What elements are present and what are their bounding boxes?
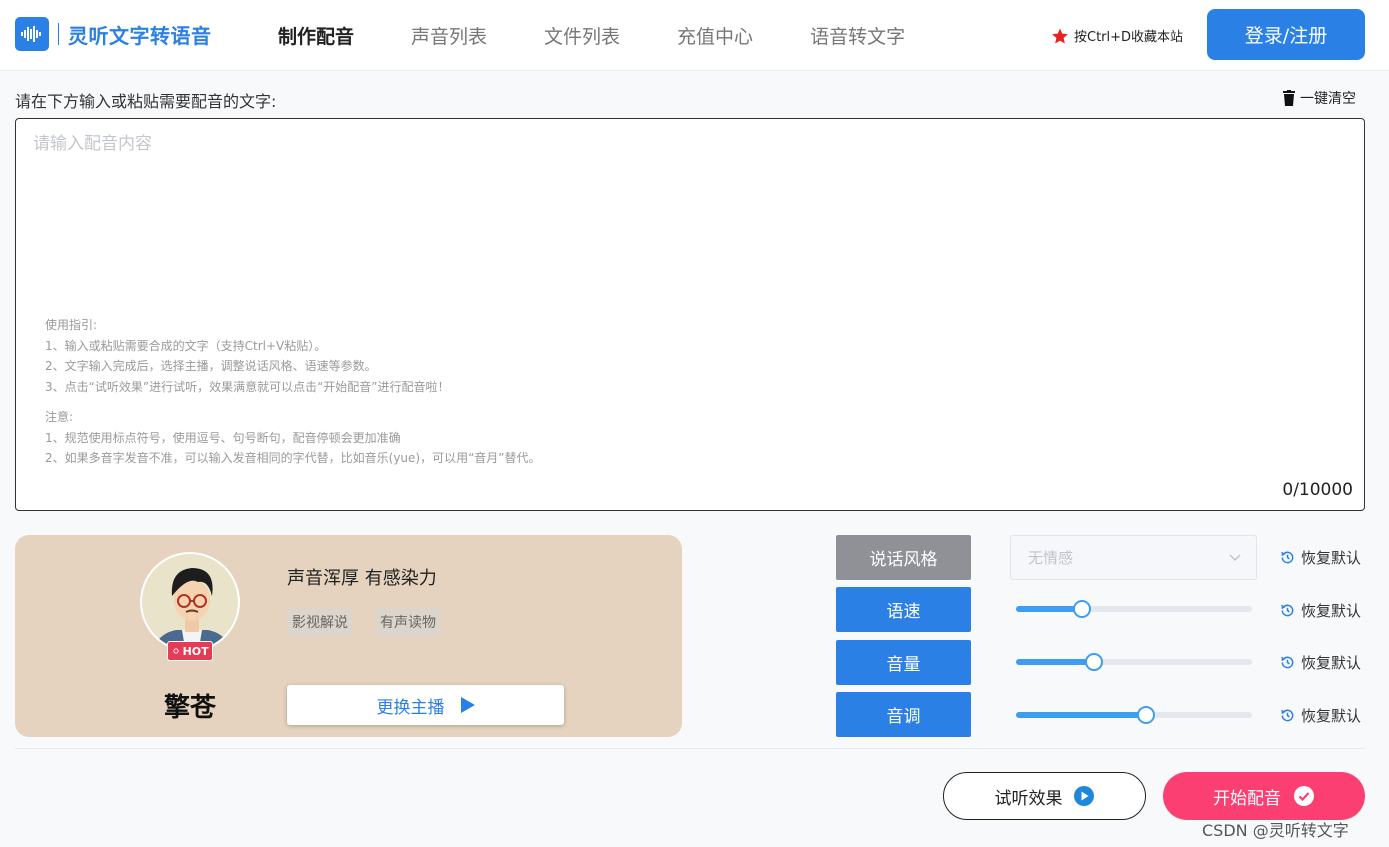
dubbing-text-input[interactable] xyxy=(16,119,1364,309)
reset-label: 恢复默认 xyxy=(1301,654,1362,672)
guide-line: 2、文字输入完成后，选择主播，调整说话风格、语速等参数。 xyxy=(45,359,377,373)
reset-label: 恢复默认 xyxy=(1301,602,1362,620)
clear-all-button[interactable]: 一键清空 xyxy=(1283,88,1356,108)
hot-badge-text: HOT xyxy=(182,644,209,658)
history-icon xyxy=(1280,709,1294,722)
nav-item-voice-list[interactable]: 声音列表 xyxy=(411,22,487,49)
guide-line: 1、输入或粘贴需要合成的文字（支持Ctrl+V粘贴）。 xyxy=(45,338,327,353)
bookmark-hint-text: 按Ctrl+D收藏本站 xyxy=(1074,30,1184,45)
history-icon xyxy=(1280,551,1294,564)
play-triangle-icon xyxy=(460,697,475,713)
pitch-slider-handle[interactable] xyxy=(1136,706,1155,724)
clear-all-label: 一键清空 xyxy=(1300,91,1356,107)
hot-badge: ⚪ HOT xyxy=(167,641,213,661)
char-counter: 0/10000 xyxy=(1282,480,1353,500)
guide-title: 使用指引: xyxy=(45,318,98,332)
main-nav: 制作配音 声音列表 文件列表 充值中心 语音转文字 xyxy=(278,22,962,49)
history-icon xyxy=(1280,604,1294,617)
anchor-tag: 有声读物 xyxy=(375,608,441,636)
preview-label: 试听效果 xyxy=(994,788,1063,809)
anchor-description: 声音浑厚 有感染力 xyxy=(287,568,437,589)
speaking-style-value: 无情感 xyxy=(1028,549,1074,567)
watermark: CSDN @灵听转文字 xyxy=(1202,821,1349,840)
history-icon xyxy=(1280,656,1294,669)
speed-slider-handle[interactable] xyxy=(1073,600,1092,618)
flame-icon: ⚪ xyxy=(171,644,181,658)
reset-speed-button[interactable]: 恢复默认 xyxy=(1280,600,1361,621)
play-circle-icon xyxy=(1073,786,1094,806)
site-logo[interactable]: 灵听文字转语音 xyxy=(15,17,212,51)
change-anchor-button[interactable]: 更换主播 xyxy=(287,685,564,725)
anchor-tags: 影视解说 有声读物 xyxy=(287,608,463,636)
reset-volume-button[interactable]: 恢复默认 xyxy=(1280,652,1361,673)
input-prompt: 请在下方输入或粘贴需要配音的文字: xyxy=(15,92,277,111)
anchor-name: 擎苍 xyxy=(163,693,216,723)
reset-label: 恢复默认 xyxy=(1301,549,1362,567)
preview-button[interactable]: 试听效果 xyxy=(943,772,1146,820)
reset-pitch-button[interactable]: 恢复默认 xyxy=(1280,705,1361,726)
top-header: 灵听文字转语音 制作配音 声音列表 文件列表 充值中心 语音转文字 按Ctrl+… xyxy=(0,0,1389,71)
speed-slider[interactable] xyxy=(1016,600,1252,618)
reset-label: 恢复默认 xyxy=(1301,707,1362,725)
pitch-slider[interactable] xyxy=(1016,706,1252,724)
pitch-label[interactable]: 音调 xyxy=(836,692,971,737)
guide-line: 3、点击“试听效果”进行试听，效果满意就可以点击“开始配音”进行配音啦！ xyxy=(45,379,450,394)
nav-item-make-dubbing[interactable]: 制作配音 xyxy=(278,22,354,49)
note-line: 1、规范使用标点符号，使用逗号、句号断句，配音停顿会更加准确 xyxy=(45,430,401,445)
section-divider xyxy=(15,748,1365,749)
check-circle-icon xyxy=(1294,786,1314,806)
anchor-card: ⚪ HOT 擎苍 声音浑厚 有感染力 影视解说 有声读物 更换主播 xyxy=(15,535,682,737)
reset-style-button[interactable]: 恢复默认 xyxy=(1280,547,1361,568)
star-icon xyxy=(1052,28,1068,43)
soundwave-icon xyxy=(15,17,49,51)
start-dubbing-button[interactable]: 开始配音 xyxy=(1163,772,1365,820)
usage-guide: 使用指引: 1、输入或粘贴需要合成的文字（支持Ctrl+V粘贴）。 2、文字输入… xyxy=(45,315,541,469)
logo-text: 灵听文字转语音 xyxy=(68,23,212,48)
volume-slider[interactable] xyxy=(1016,653,1252,671)
speaking-style-select[interactable]: 无情感 xyxy=(1010,535,1257,580)
pitch-slider-fill xyxy=(1016,712,1146,718)
login-register-button[interactable]: 登录/注册 xyxy=(1207,9,1365,60)
nav-item-speech-to-text[interactable]: 语音转文字 xyxy=(810,22,905,49)
anchor-avatar xyxy=(140,552,240,652)
logo-divider xyxy=(58,23,59,45)
speed-label[interactable]: 语速 xyxy=(836,587,971,632)
note-title: 注意: xyxy=(45,410,74,424)
volume-label[interactable]: 音量 xyxy=(836,640,971,685)
speaking-style-label[interactable]: 说话风格 xyxy=(836,535,971,580)
volume-slider-fill xyxy=(1016,659,1094,665)
bookmark-hint[interactable]: 按Ctrl+D收藏本站 xyxy=(1051,26,1183,45)
note-line: 2、如果多音字发音不准，可以输入发音相同的字代替，比如音乐(yue)，可以用“音… xyxy=(45,451,541,465)
trash-icon xyxy=(1283,90,1295,106)
volume-slider-handle[interactable] xyxy=(1084,653,1103,671)
anchor-tag: 影视解说 xyxy=(287,608,353,636)
chevron-down-icon xyxy=(1229,554,1241,562)
start-dubbing-label: 开始配音 xyxy=(1213,788,1281,809)
nav-item-file-list[interactable]: 文件列表 xyxy=(544,22,620,49)
change-anchor-label: 更换主播 xyxy=(376,697,445,718)
nav-item-recharge[interactable]: 充值中心 xyxy=(677,22,753,49)
text-editor: 使用指引: 1、输入或粘贴需要合成的文字（支持Ctrl+V粘贴）。 2、文字输入… xyxy=(15,118,1365,511)
